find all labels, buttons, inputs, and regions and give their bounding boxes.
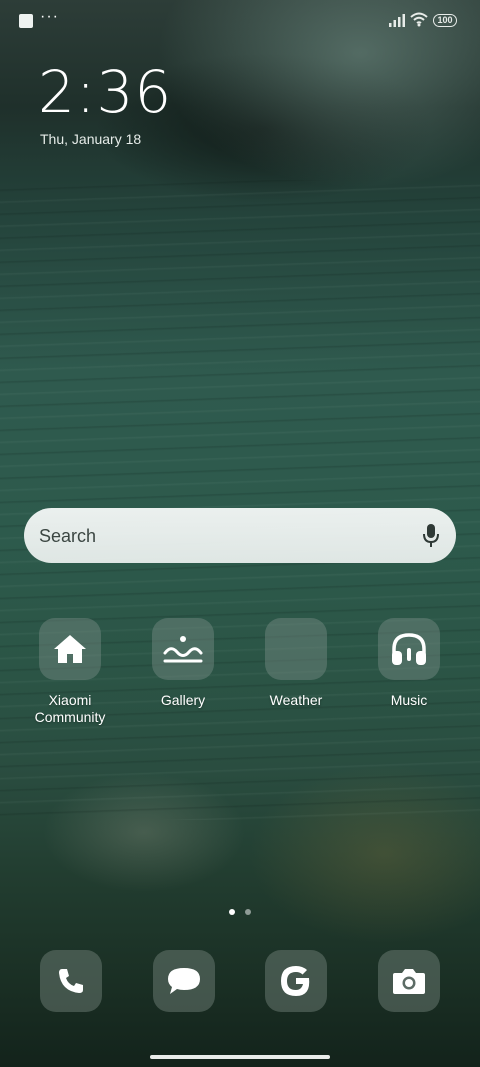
gesture-nav-handle[interactable] xyxy=(150,1055,330,1059)
app-label: Music xyxy=(390,692,428,708)
app-label: Weather xyxy=(269,692,323,708)
clock-time[interactable]: 2:36 xyxy=(38,58,172,126)
dock-phone-button[interactable] xyxy=(40,950,102,1012)
app-weather[interactable]: Weather xyxy=(246,618,346,709)
google-icon xyxy=(281,966,310,996)
headphones-icon xyxy=(392,633,426,665)
app-tile[interactable] xyxy=(39,618,101,680)
search-bar[interactable]: Search xyxy=(24,508,456,563)
app-xiaomi-community[interactable]: Xiaomi Community xyxy=(20,618,120,726)
app-music[interactable]: Music xyxy=(359,618,459,709)
clock-date[interactable]: Thu, January 18 xyxy=(40,131,141,147)
home-icon xyxy=(54,635,86,663)
app-label: Xiaomi Community xyxy=(34,692,106,725)
search-placeholder: Search xyxy=(39,526,97,546)
app-tile[interactable] xyxy=(378,618,440,680)
app-tile[interactable] xyxy=(152,618,214,680)
gallery-icon xyxy=(163,636,203,663)
wifi-icon xyxy=(410,12,428,27)
dock-messages-button[interactable] xyxy=(153,950,215,1012)
notification-square-icon xyxy=(19,14,33,28)
mic-icon[interactable] xyxy=(422,523,440,549)
dock-google-button[interactable] xyxy=(265,950,327,1012)
dock-camera-button[interactable] xyxy=(378,950,440,1012)
app-label: Gallery xyxy=(160,692,206,708)
weather-icon[interactable] xyxy=(265,618,327,680)
page-dot-inactive[interactable] xyxy=(245,909,251,915)
message-icon xyxy=(168,968,200,994)
page-dot-active[interactable] xyxy=(229,909,235,915)
battery-icon: 100 xyxy=(433,14,457,27)
phone-icon xyxy=(59,969,83,993)
app-gallery[interactable]: Gallery xyxy=(133,618,233,709)
home-screen: ··· 100 2:36 Thu, January 18 Search Xiao… xyxy=(0,0,480,1067)
signal-icon xyxy=(389,14,405,27)
notification-more-icon: ··· xyxy=(40,8,59,25)
status-bar: ··· 100 xyxy=(0,0,480,40)
camera-icon xyxy=(393,969,425,994)
